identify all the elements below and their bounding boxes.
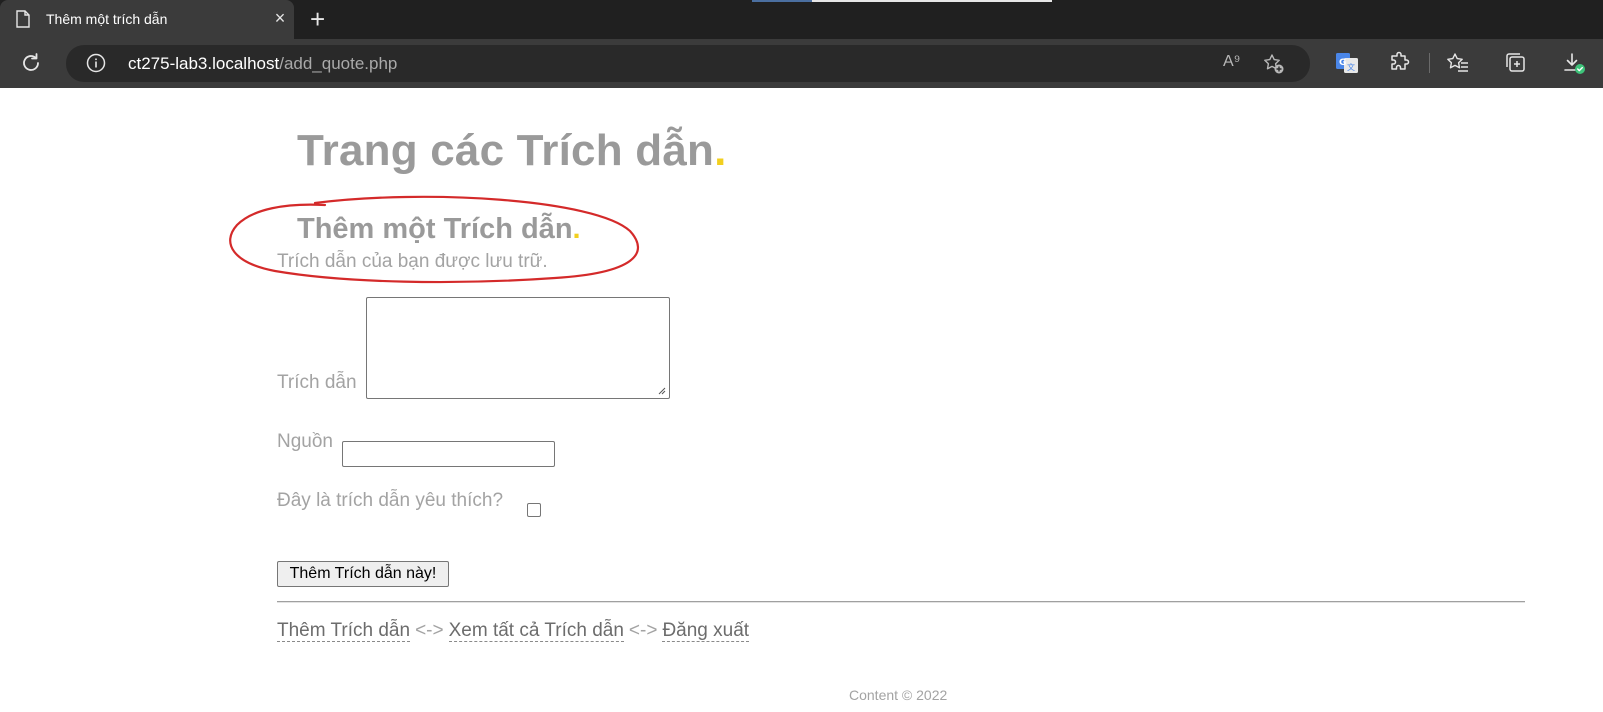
toolbar-separator [1429, 53, 1430, 73]
svg-text:G: G [1339, 58, 1346, 68]
url-path: /add_quote.php [279, 54, 398, 73]
browser-toolbar: ct275-lab3.localhost/add_quote.php A⁹ G … [0, 39, 1603, 88]
browser-tab[interactable]: Thêm một trích dẫn × [0, 0, 294, 39]
footer-link-add-quote[interactable]: Thêm Trích dẫn [277, 620, 411, 642]
favorite-label: Đây là trích dẫn yêu thích? [277, 490, 504, 511]
site-title: Trang các Trích dẫn. [297, 126, 727, 176]
divider [277, 601, 1525, 603]
url-text[interactable]: ct275-lab3.localhost/add_quote.php [128, 54, 397, 74]
site-title-dot: . [714, 126, 727, 175]
tab-title: Thêm một trích dẫn [46, 11, 168, 27]
page-content: Trang các Trích dẫn. Thêm một Trích dẫn.… [0, 88, 1603, 712]
close-tab-icon[interactable]: × [270, 8, 290, 28]
footer-link-logout[interactable]: Đăng xuất [662, 620, 750, 642]
footer-nav: Thêm Trích dẫn <-> Xem tất cả Trích dẫn <->… [277, 620, 750, 642]
document-icon [16, 10, 30, 28]
downloads-icon[interactable] [1562, 51, 1586, 75]
source-label: Nguồn [277, 431, 333, 452]
favorite-checkbox[interactable] [527, 503, 541, 517]
info-icon[interactable] [86, 53, 106, 73]
success-message: Trích dẫn của bạn được lưu trữ. [277, 251, 548, 272]
footer-separator: <-> [628, 620, 658, 641]
source-input[interactable] [342, 441, 555, 467]
resize-grip-icon[interactable] [656, 385, 666, 395]
translate-icon[interactable]: G 文 [1335, 51, 1359, 75]
reload-icon[interactable] [20, 52, 42, 74]
page-heading-text: Thêm một Trích dẫn [297, 213, 573, 245]
tab-drag-indicator-accent [752, 0, 812, 2]
browser-tab-strip: Thêm một trích dẫn × + [0, 0, 1603, 39]
read-aloud-icon[interactable]: A⁹ [1223, 53, 1241, 71]
page-heading-dot: . [572, 213, 581, 245]
add-favorite-icon[interactable] [1262, 52, 1286, 76]
quote-textarea[interactable] [366, 297, 670, 399]
site-title-text: Trang các Trích dẫn [297, 126, 715, 175]
new-tab-button[interactable]: + [310, 4, 325, 34]
submit-quote-button[interactable]: Thêm Trích dẫn này! [277, 561, 449, 587]
svg-text:文: 文 [1347, 62, 1355, 72]
quote-label: Trích dẫn [277, 372, 357, 393]
address-bar[interactable]: ct275-lab3.localhost/add_quote.php A⁹ [66, 45, 1310, 82]
extensions-icon[interactable] [1388, 51, 1412, 75]
favorites-icon[interactable] [1446, 51, 1470, 75]
footer-link-view-all[interactable]: Xem tất cả Trích dẫn [448, 620, 624, 642]
footer-separator: <-> [415, 620, 444, 641]
collections-icon[interactable] [1504, 51, 1528, 75]
copyright: Content © 2022 [849, 687, 948, 703]
url-host: ct275-lab3.localhost [128, 54, 280, 73]
page-heading: Thêm một Trích dẫn. [297, 213, 581, 246]
